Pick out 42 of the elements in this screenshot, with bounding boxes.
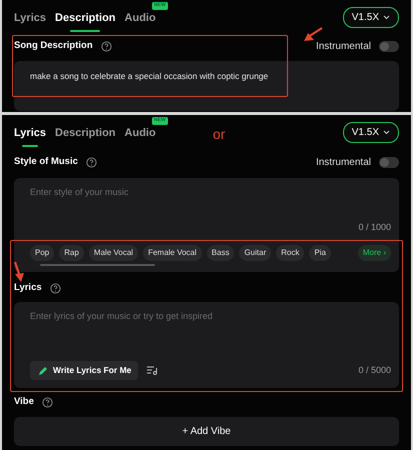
- annotation-arrow: [12, 261, 26, 283]
- genre-chip[interactable]: Pop: [30, 245, 54, 261]
- instrumental-toggle[interactable]: [379, 40, 399, 52]
- style-label: Style of Music: [14, 154, 78, 169]
- genre-chip[interactable]: Rock: [276, 245, 304, 261]
- genre-chip[interactable]: Female Vocal: [143, 245, 202, 261]
- genre-chip[interactable]: Bass: [206, 245, 234, 261]
- write-lyrics-button[interactable]: Write Lyrics For Me: [30, 361, 138, 380]
- description-label: Song Description: [14, 38, 93, 53]
- tab[interactable]: Audio: [124, 10, 156, 32]
- version-dropdown[interactable]: V1.5X: [342, 122, 399, 143]
- add-vibe-button[interactable]: + Add Vibe: [14, 417, 399, 446]
- description-field[interactable]: make a song to celebrate a special occasion with coptic grunge: [14, 61, 399, 111]
- lyrics-list-icon[interactable]: [146, 365, 158, 376]
- help-icon[interactable]: [86, 156, 97, 168]
- tab[interactable]: Lyrics: [14, 125, 46, 146]
- instrumental-label: Instrumental: [316, 40, 371, 54]
- help-icon[interactable]: [100, 40, 112, 52]
- more-button[interactable]: More ›: [358, 245, 391, 261]
- tab[interactable]: Description: [55, 125, 116, 146]
- version-dropdown[interactable]: V1.5X: [342, 7, 399, 28]
- pen-icon: [37, 364, 49, 377]
- lyrics-field[interactable]: Enter lyrics of your music or try to get inspired Write Lyrics For Me 0 / 5000: [14, 302, 399, 388]
- annotation-text: or: [212, 125, 226, 144]
- instrumental-toggle[interactable]: [379, 156, 399, 168]
- tab[interactable]: Description: [55, 10, 116, 32]
- tab[interactable]: Audio: [124, 125, 156, 146]
- tab[interactable]: Lyrics: [14, 10, 46, 32]
- chevron-down-icon: [383, 130, 390, 135]
- instrumental-label: Instrumental: [316, 156, 371, 170]
- genre-chip[interactable]: Pia: [309, 245, 331, 261]
- style-field[interactable]: Enter style of your music 0 / 1000: [14, 178, 399, 242]
- help-icon[interactable]: [50, 282, 61, 294]
- genre-chip[interactable]: Rap: [59, 245, 84, 261]
- lyrics-label: Lyrics: [14, 280, 42, 295]
- genre-chip[interactable]: Guitar: [239, 245, 272, 261]
- chevron-down-icon: [383, 15, 390, 20]
- help-icon[interactable]: [42, 396, 53, 408]
- character-counter: 0 / 1000: [358, 220, 391, 234]
- vibe-label: Vibe: [14, 394, 34, 409]
- character-counter: 0 / 5000: [358, 364, 391, 377]
- genre-chip[interactable]: Male Vocal: [88, 245, 138, 261]
